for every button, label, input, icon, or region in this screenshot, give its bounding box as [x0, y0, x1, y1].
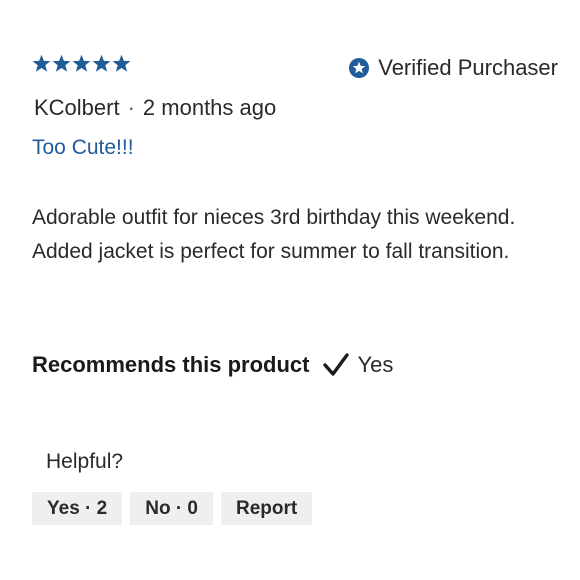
helpful-no-button[interactable]: No · 0: [130, 492, 213, 525]
helpful-yes-button[interactable]: Yes · 2: [32, 492, 123, 525]
recommends-value: Yes: [357, 352, 394, 377]
recommends-row: Recommends this product Yes: [32, 352, 393, 378]
star-icon: [92, 54, 111, 73]
star-icon: [32, 54, 51, 73]
reviewer-name: KColbert: [34, 95, 120, 120]
separator-dot: ·: [127, 95, 135, 120]
reviewer-line: KColbert · 2 months ago: [34, 95, 276, 121]
recommends-label: Recommends this product: [32, 352, 310, 377]
review-date: 2 months ago: [142, 95, 277, 120]
review-body: Adorable outfit for nieces 3rd birthday …: [32, 206, 516, 263]
report-button[interactable]: Report: [221, 492, 313, 525]
vote-buttons: Yes · 2 No · 0 Report: [32, 492, 313, 525]
star-rating: [32, 54, 131, 73]
star-icon: [72, 54, 91, 73]
verified-badge-icon: [349, 58, 370, 78]
verified-purchaser-badge: Verified Purchaser: [349, 55, 558, 81]
star-icon: [52, 54, 71, 73]
verified-purchaser-label: Verified Purchaser: [378, 55, 558, 80]
star-icon: [112, 54, 131, 73]
helpful-label: Helpful?: [46, 450, 124, 473]
checkmark-icon: [323, 353, 350, 377]
review-title: Too Cute!!!: [32, 136, 134, 159]
